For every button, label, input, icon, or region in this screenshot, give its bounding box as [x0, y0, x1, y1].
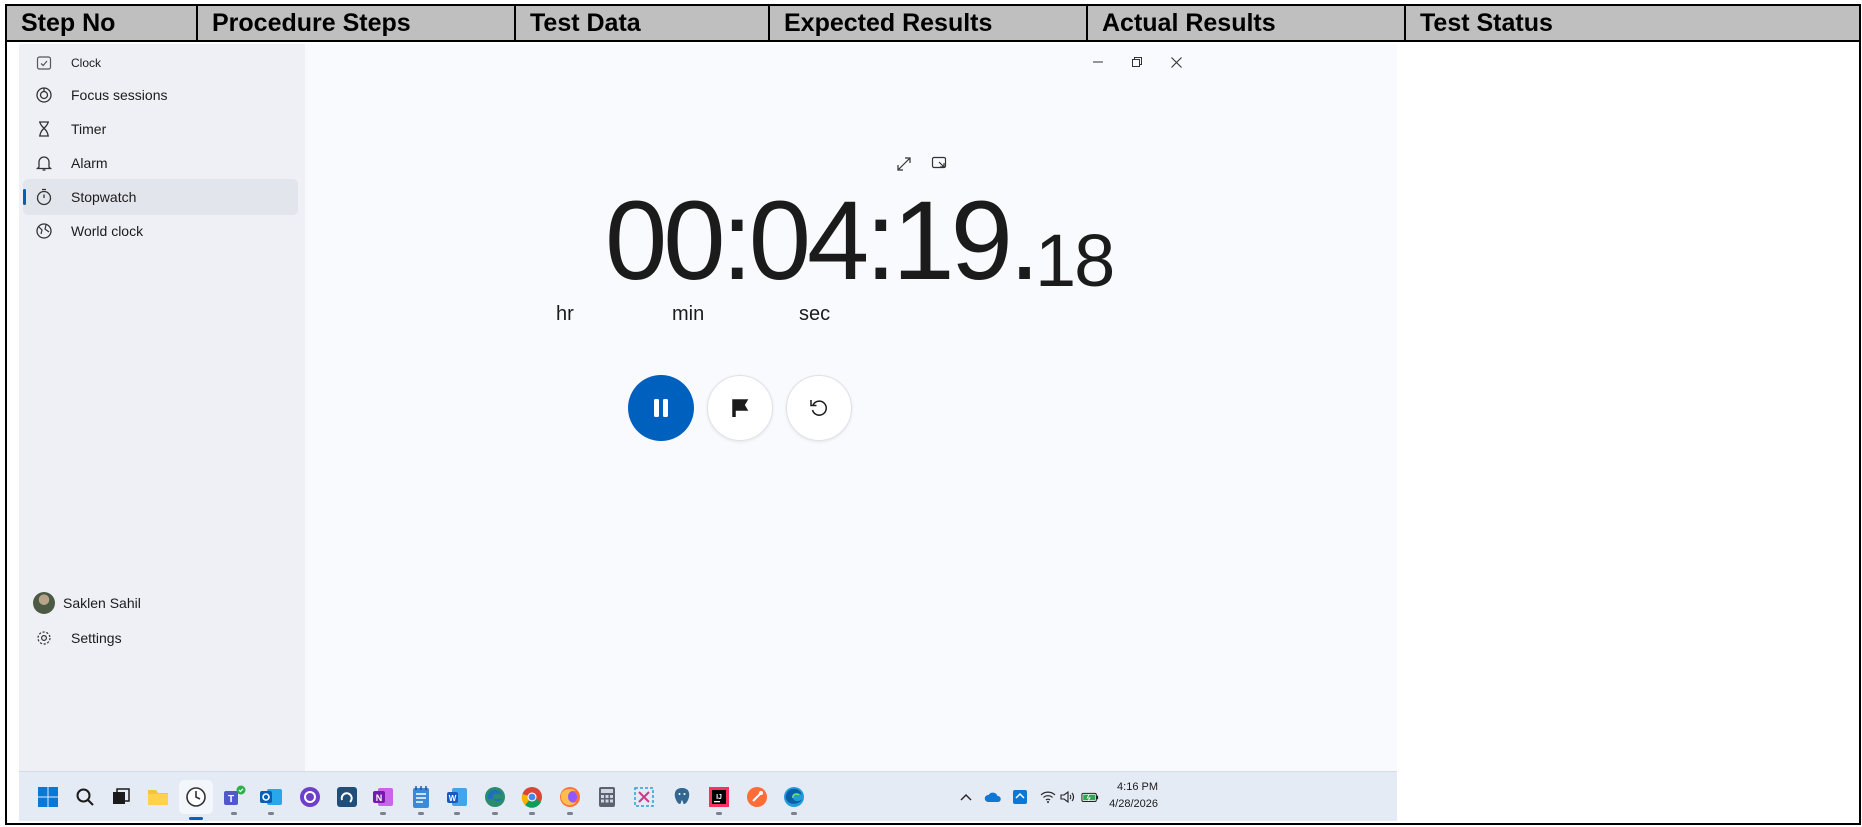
calculator-icon[interactable] — [595, 785, 619, 809]
sidebar: Clock Focus sessions Timer Alarm Stopwat… — [19, 44, 305, 771]
snipping-tool-icon[interactable] — [632, 785, 656, 809]
chevron-up-icon[interactable] — [957, 789, 975, 805]
azure-data-studio-icon[interactable] — [335, 785, 359, 809]
outlook-icon[interactable] — [259, 785, 283, 815]
pause-button[interactable] — [628, 375, 694, 441]
clock-taskbar-icon[interactable] — [179, 780, 213, 820]
svg-text:W: W — [449, 794, 457, 803]
task-view-icon[interactable] — [109, 785, 133, 809]
unit-min: min — [672, 303, 705, 325]
globe-icon — [33, 220, 55, 242]
table-header-row: Step No Procedure Steps Test Data Expect… — [7, 6, 1859, 42]
wifi-icon[interactable] — [1039, 789, 1057, 805]
hourglass-icon — [33, 118, 55, 140]
lap-button[interactable] — [707, 375, 773, 441]
bell-icon — [33, 152, 55, 174]
clock-app-icon — [33, 52, 55, 74]
header-test-data: Test Data — [516, 6, 770, 40]
remote-desktop-icon[interactable] — [1011, 789, 1029, 805]
focus-icon — [33, 84, 55, 106]
compact-overlay-icon[interactable] — [929, 154, 949, 174]
sidebar-item-stopwatch[interactable]: Stopwatch — [23, 179, 298, 215]
chrome-icon[interactable] — [520, 785, 544, 815]
sidebar-item-alarm[interactable]: Alarm — [23, 145, 298, 181]
expand-icon[interactable] — [894, 154, 914, 174]
avatar — [33, 592, 55, 614]
edge-icon[interactable] — [782, 785, 806, 815]
elapsed-time: 00:04:19. — [605, 178, 1040, 303]
flag-icon — [732, 399, 749, 417]
taskbar-time[interactable]: 4:16 PM — [1098, 781, 1158, 793]
header-actual-results: Actual Results — [1088, 6, 1406, 40]
clock-app-screenshot: Clock Focus sessions Timer Alarm Stopwat… — [19, 44, 1397, 821]
svg-text:IJ: IJ — [716, 794, 722, 801]
restore-button[interactable] — [1124, 50, 1150, 74]
stopwatch-icon — [33, 186, 55, 208]
word-icon[interactable]: W — [445, 785, 469, 815]
edge-dev-icon[interactable] — [483, 785, 507, 815]
app-title: Clock — [23, 45, 298, 81]
intellij-icon[interactable]: IJ — [707, 785, 731, 815]
header-expected-results: Expected Results — [770, 6, 1088, 40]
volume-icon[interactable] — [1059, 789, 1077, 805]
taskbar-date[interactable]: 4/28/2026 — [1088, 798, 1158, 810]
sidebar-item-timer[interactable]: Timer — [23, 111, 298, 147]
user-profile[interactable]: Saklen Sahil — [23, 585, 298, 621]
taskbar: T N W IJ 4:16 PM 4/28/2026 — [19, 771, 1397, 821]
firefox-icon[interactable] — [558, 785, 582, 815]
onedrive-icon[interactable] — [984, 789, 1002, 805]
minimize-button[interactable] — [1085, 50, 1111, 74]
sidebar-item-settings[interactable]: Settings — [23, 620, 298, 656]
notepad-icon[interactable] — [409, 785, 433, 815]
file-explorer-icon[interactable] — [146, 785, 170, 809]
gear-icon — [33, 627, 55, 649]
sidebar-item-focus-sessions[interactable]: Focus sessions — [23, 77, 298, 113]
elapsed-fraction: 18 — [1035, 219, 1115, 302]
github-desktop-icon[interactable] — [298, 785, 322, 809]
stopwatch-display: 00:04:19. 18 — [305, 178, 1397, 303]
onenote-icon[interactable]: N — [371, 785, 395, 815]
sidebar-item-world-clock[interactable]: World clock — [23, 213, 298, 249]
stopwatch-panel: 00:04:19. 18 hr min sec — [305, 44, 1397, 771]
search-icon[interactable] — [73, 785, 97, 809]
user-name: Saklen Sahil — [63, 595, 141, 611]
header-test-status: Test Status — [1420, 9, 1553, 37]
active-indicator — [23, 189, 26, 205]
header-procedure-steps: Procedure Steps — [198, 6, 516, 40]
reset-button[interactable] — [786, 375, 852, 441]
header-step-no: Step No — [7, 6, 198, 40]
unit-hr: hr — [556, 303, 574, 325]
teams-icon[interactable]: T — [222, 785, 246, 815]
postman-icon[interactable] — [745, 785, 769, 809]
svg-text:T: T — [228, 794, 234, 805]
start-icon[interactable] — [36, 785, 60, 809]
pause-icon — [654, 399, 668, 417]
svg-text:N: N — [376, 793, 383, 803]
unit-sec: sec — [799, 303, 831, 325]
reset-icon — [810, 400, 827, 416]
postgresql-icon[interactable] — [670, 785, 694, 809]
close-button[interactable] — [1163, 50, 1189, 74]
